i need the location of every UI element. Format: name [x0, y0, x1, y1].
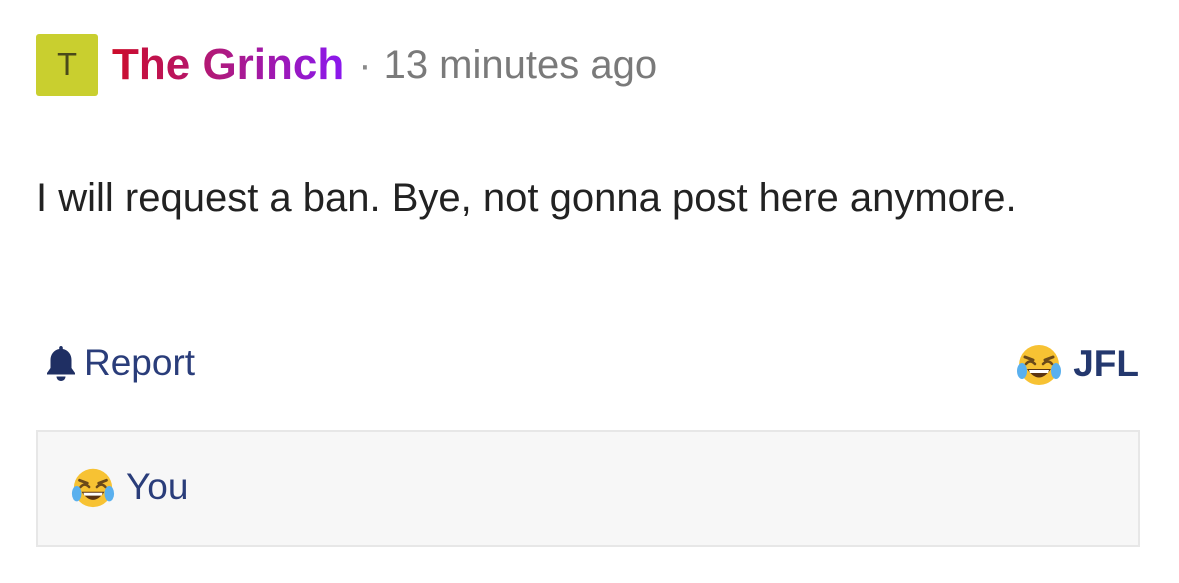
reactor-name: You: [126, 466, 189, 507]
avatar[interactable]: T: [36, 34, 98, 96]
report-button[interactable]: Report: [44, 342, 195, 384]
author-name[interactable]: The Grinch: [112, 40, 344, 90]
meta-separator: ·: [358, 42, 372, 87]
laughing-crying-emoji-icon: [71, 468, 115, 508]
jfl-reaction-label: JFL: [1073, 343, 1139, 384]
laughing-crying-emoji-icon: [1017, 345, 1062, 385]
bell-icon: [47, 346, 75, 381]
reaction-entry[interactable]: You: [70, 464, 188, 510]
avatar-initial: T: [57, 47, 77, 83]
jfl-reaction-button[interactable]: JFL: [1015, 340, 1139, 388]
post-body: I will request a ban. Bye, not gonna pos…: [36, 176, 1017, 220]
post-header: T The Grinch · 13 minutes ago: [36, 34, 657, 96]
reactions-list: You: [36, 430, 1140, 547]
post-timestamp: 13 minutes ago: [383, 42, 658, 87]
report-label: Report: [84, 342, 196, 383]
